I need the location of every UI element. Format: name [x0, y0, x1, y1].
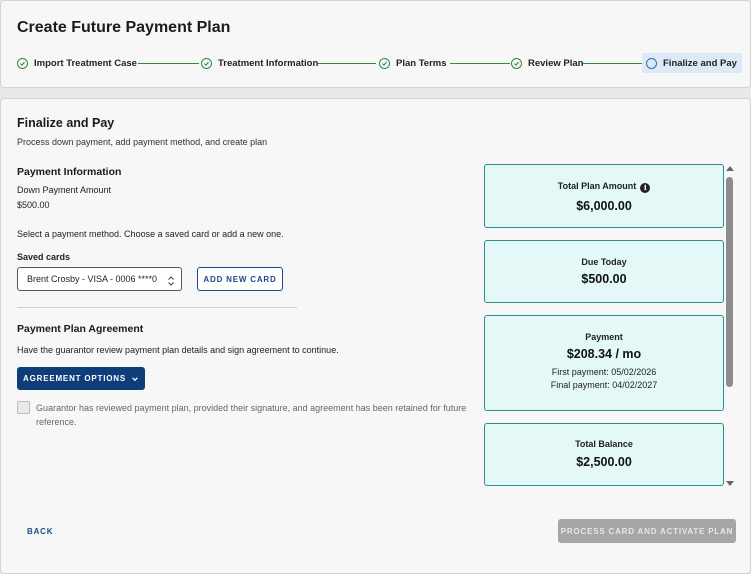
stepper: Import Treatment Case Treatment Informat…	[17, 53, 742, 73]
down-payment-value: $500.00	[17, 200, 50, 210]
step-review-plan[interactable]: Review Plan	[511, 53, 583, 73]
total-plan-amount-label-row: Total Plan Amount i	[485, 181, 723, 193]
due-today-value: $500.00	[581, 272, 627, 286]
total-plan-amount-value: $6,000.00	[576, 198, 632, 213]
up-down-chevron-icon	[167, 273, 175, 286]
section-subtitle: Process down payment, add payment method…	[17, 137, 268, 147]
step-label: Plan Terms	[396, 57, 447, 69]
total-plan-amount-card: Total Plan Amount i $6,000.00	[484, 164, 724, 228]
chevron-down-icon	[132, 376, 138, 381]
back-button[interactable]: BACK	[27, 527, 53, 536]
circle-icon	[646, 57, 657, 69]
page-title: Create Future Payment Plan	[17, 19, 231, 36]
check-circle-icon	[201, 57, 212, 69]
step-label: Review Plan	[528, 57, 584, 69]
agreement-options-button[interactable]: AGREEMENT OPTIONS	[17, 367, 145, 390]
total-balance-value: $2,500.00	[576, 455, 632, 469]
first-payment-date: First payment: 05/02/2026	[551, 367, 657, 377]
saved-card-select[interactable]: Brent Crosby - VISA - 0006 ****0	[17, 267, 182, 291]
scroll-up-arrow-icon[interactable]	[726, 166, 734, 171]
step-treatment-information[interactable]: Treatment Information	[201, 53, 318, 73]
saved-cards-label: Saved cards	[17, 252, 71, 262]
payment-plan-agreement-title: Payment Plan Agreement	[17, 323, 144, 335]
section-title: Finalize and Pay	[17, 116, 115, 130]
total-balance-label: Total Balance	[575, 439, 633, 449]
step-plan-terms[interactable]: Plan Terms	[379, 53, 447, 73]
payment-label: Payment	[585, 332, 623, 342]
due-today-card: Due Today $500.00	[484, 240, 724, 303]
due-today-label: Due Today	[581, 257, 627, 267]
agreement-options-label: AGREEMENT OPTIONS	[23, 374, 126, 383]
guarantor-review-checkbox[interactable]	[17, 401, 30, 414]
divider	[17, 307, 297, 308]
step-connector	[583, 62, 642, 64]
add-new-card-button[interactable]: ADD NEW CARD	[197, 267, 283, 291]
step-connector	[138, 62, 199, 64]
finalize-panel: Finalize and Pay Process down payment, a…	[0, 98, 751, 574]
check-circle-icon	[17, 57, 28, 69]
scrollbar-thumb[interactable]	[726, 177, 733, 387]
payment-information-title: Payment Information	[17, 166, 122, 178]
info-icon[interactable]: i	[640, 182, 651, 193]
guarantor-review-label: Guarantor has reviewed payment plan, pro…	[36, 403, 467, 427]
step-label: Import Treatment Case	[34, 57, 137, 69]
step-label: Finalize and Pay	[663, 57, 737, 69]
down-payment-label: Down Payment Amount	[17, 185, 112, 195]
scroll-down-arrow-icon[interactable]	[726, 481, 734, 486]
step-connector	[318, 62, 376, 64]
payment-method-instruction: Select a payment method. Choose a saved …	[17, 229, 284, 239]
total-plan-amount-label: Total Plan Amount	[557, 181, 637, 191]
check-circle-icon	[511, 57, 522, 69]
payment-value: $208.34 / mo	[566, 347, 642, 361]
step-label: Treatment Information	[218, 57, 319, 69]
final-payment-date: Final payment: 04/02/2027	[550, 380, 658, 390]
total-balance-card: Total Balance $2,500.00	[484, 423, 724, 486]
step-connector	[450, 62, 510, 64]
check-circle-icon	[379, 57, 390, 69]
agreement-instruction: Have the guarantor review payment plan d…	[17, 345, 339, 355]
step-import-treatment-case[interactable]: Import Treatment Case	[17, 53, 137, 73]
saved-card-value: Brent Crosby - VISA - 0006 ****0	[27, 274, 158, 284]
process-card-button[interactable]: PROCESS CARD AND ACTIVATE PLAN	[558, 519, 736, 543]
header-panel: Create Future Payment Plan Import Treatm…	[0, 0, 751, 88]
step-finalize-and-pay[interactable]: Finalize and Pay	[642, 53, 742, 73]
payment-card: Payment $208.34 / mo First payment: 05/0…	[484, 315, 724, 411]
